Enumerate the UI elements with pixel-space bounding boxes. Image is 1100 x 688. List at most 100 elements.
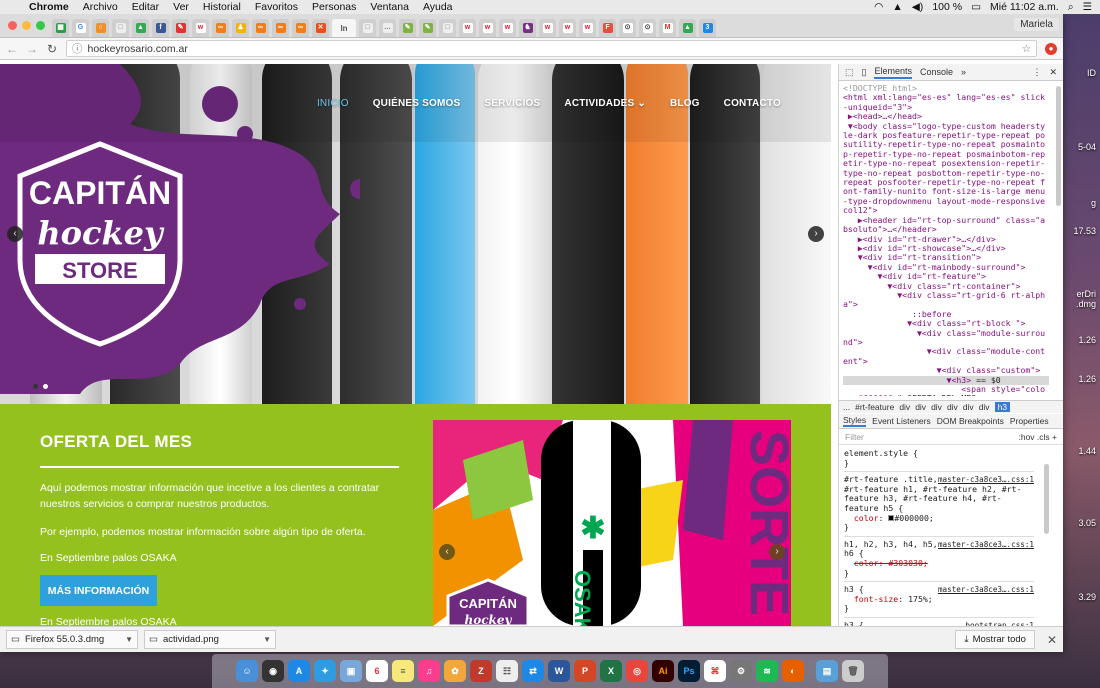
browser-tab[interactable]: □ [439, 19, 456, 37]
notification-center-icon[interactable]: ☰ [1083, 1, 1092, 13]
browser-tab[interactable]: F [599, 19, 616, 37]
firefox-icon[interactable]: ◐ [782, 660, 804, 682]
menu-app[interactable]: Chrome [22, 1, 76, 13]
desktop-file-label[interactable]: 3.05 [1078, 518, 1096, 528]
teamviewer-icon[interactable]: ⇄ [522, 660, 544, 682]
breadcrumb-item-selected[interactable]: h3 [994, 402, 1011, 412]
desktop-file-label[interactable]: g [1091, 198, 1096, 208]
browser-tab[interactable]: ✎ [172, 19, 189, 37]
photoshop-icon[interactable]: Ps [678, 660, 700, 682]
powerpoint-icon[interactable]: P [574, 660, 596, 682]
illustrator-icon[interactable]: Ai [652, 660, 674, 682]
desktop-file-label[interactable]: ID [1087, 68, 1096, 78]
browser-tab[interactable]: □ [112, 19, 129, 37]
browser-tab[interactable]: ○ [92, 19, 109, 37]
tab-properties[interactable]: Properties [1010, 416, 1049, 426]
tab-dom-breakpoints[interactable]: DOM Breakpoints [937, 416, 1004, 426]
styles-pane[interactable]: element.style { } master-c3a8ce3….css:1 #… [839, 447, 1039, 626]
tab-event-listeners[interactable]: Event Listeners [872, 416, 931, 426]
app-store-icon[interactable]: A [288, 660, 310, 682]
address-bar[interactable]: ⓘ hockeyrosario.com.ar ☆ [66, 40, 1037, 57]
browser-tab[interactable]: ✎ [419, 19, 436, 37]
inspect-element-icon[interactable]: ⬚ [845, 67, 854, 78]
desktop-file-label[interactable]: .dmg [1076, 299, 1096, 309]
chrome-icon[interactable]: ◎ [626, 660, 648, 682]
browser-tab[interactable]: ✎ [399, 19, 416, 37]
devtools-tab-console[interactable]: Console [920, 67, 953, 77]
browser-tab[interactable]: □ [359, 19, 376, 37]
nav-blog[interactable]: BLOG [658, 98, 712, 109]
browser-tab[interactable]: ▦ [52, 19, 69, 37]
browser-tab[interactable]: ∞ [292, 19, 309, 37]
devtools-more-tabs[interactable]: » [961, 67, 966, 77]
devtools-close-icon[interactable]: ✕ [1049, 67, 1057, 78]
menu-personas[interactable]: Personas [305, 1, 363, 13]
browser-tab[interactable]: w [459, 19, 476, 37]
promo-prev-arrow-icon[interactable]: ‹ [439, 544, 455, 560]
bookmark-star-icon[interactable]: ☆ [1022, 43, 1031, 55]
slider-dot[interactable] [33, 384, 38, 389]
airplay-icon[interactable]: ▲ [892, 1, 902, 13]
close-icon[interactable]: ✕ [1047, 633, 1057, 647]
extension-icon[interactable]: ● [1045, 42, 1057, 55]
minimize-window-button[interactable] [22, 21, 31, 30]
calendar-icon[interactable]: 6 [366, 660, 388, 682]
breadcrumb-item[interactable]: ... [843, 402, 850, 412]
styles-scrollbar[interactable] [1044, 464, 1049, 534]
battery-label[interactable]: 100 % [932, 1, 962, 13]
desktop-file-label[interactable]: 1.26 [1078, 335, 1096, 345]
breadcrumb-item[interactable]: div [979, 402, 990, 412]
menu-ayuda[interactable]: Ayuda [416, 1, 460, 13]
browser-tab[interactable]: ♞ [519, 19, 536, 37]
browser-tab[interactable]: ♟ [232, 19, 249, 37]
dom-scrollbar[interactable] [1056, 86, 1061, 206]
tab-styles[interactable]: Styles [843, 415, 867, 427]
safari-icon[interactable]: ✦ [314, 660, 336, 682]
browser-tab[interactable]: … [379, 19, 396, 37]
download-item[interactable]: ▭ Firefox 55.0.3.dmg ▼ [6, 630, 138, 649]
contacts-icon[interactable]: ☷ [496, 660, 518, 682]
breadcrumb-item[interactable]: div [915, 402, 926, 412]
browser-tab[interactable]: w [539, 19, 556, 37]
photos-icon[interactable]: ✿ [444, 660, 466, 682]
search-icon[interactable]: ⌕ [1068, 1, 1074, 14]
nav-inicio[interactable]: INICIO [305, 98, 361, 109]
desktop-file-label[interactable]: 1.26 [1078, 374, 1096, 384]
wifi-icon[interactable]: ◠ [874, 1, 883, 13]
close-window-button[interactable] [8, 21, 17, 30]
info-icon[interactable]: ⓘ [72, 41, 83, 56]
slider-dot[interactable] [43, 384, 48, 389]
nav-contacto[interactable]: CONTACTO [712, 98, 793, 109]
browser-tab[interactable]: ⊙ [639, 19, 656, 37]
desktop-file-label[interactable]: erDri [1077, 289, 1097, 299]
back-arrow-icon[interactable]: ← [6, 42, 18, 56]
downloads-folder-icon[interactable]: ▤ [816, 660, 838, 682]
chevron-down-icon[interactable]: ▼ [125, 635, 133, 644]
devtools-menu-icon[interactable]: ⋮ [1032, 67, 1041, 78]
browser-tab[interactable]: w [579, 19, 596, 37]
word-icon[interactable]: W [548, 660, 570, 682]
trash-icon[interactable]: 🗑 [842, 660, 864, 682]
download-item[interactable]: ▭ actividad.png ▼ [144, 630, 276, 649]
browser-tab-active[interactable]: In [332, 19, 356, 37]
browser-tab[interactable]: w [192, 19, 209, 37]
spotify-icon[interactable]: ≋ [756, 660, 778, 682]
browser-tab[interactable]: ▲ [132, 19, 149, 37]
battery-icon[interactable]: ▭ [971, 1, 981, 13]
forward-arrow-icon[interactable]: → [26, 42, 38, 56]
menubar-clock[interactable]: Mié 11:02 a.m. [990, 1, 1059, 13]
browser-tab[interactable]: ∞ [272, 19, 289, 37]
desktop-file-label[interactable]: 17.53 [1073, 226, 1096, 236]
browser-tab[interactable]: ∞ [252, 19, 269, 37]
browser-tab[interactable]: ∞ [212, 19, 229, 37]
show-all-downloads-button[interactable]: ⤓ Mostrar todo [955, 630, 1035, 649]
browser-tab[interactable]: w [559, 19, 576, 37]
slider-next-arrow-icon[interactable]: › [808, 226, 824, 242]
siri-icon[interactable]: ◉ [262, 660, 284, 682]
styles-filter-input[interactable]: Filter [845, 432, 864, 442]
acrobat-icon[interactable]: ⌘ [704, 660, 726, 682]
browser-tab[interactable]: 3 [699, 19, 716, 37]
preview-icon[interactable]: ▣ [340, 660, 362, 682]
zoom-window-button[interactable] [36, 21, 45, 30]
nav-actividades[interactable]: ACTIVIDADES ⌄ [552, 98, 658, 109]
